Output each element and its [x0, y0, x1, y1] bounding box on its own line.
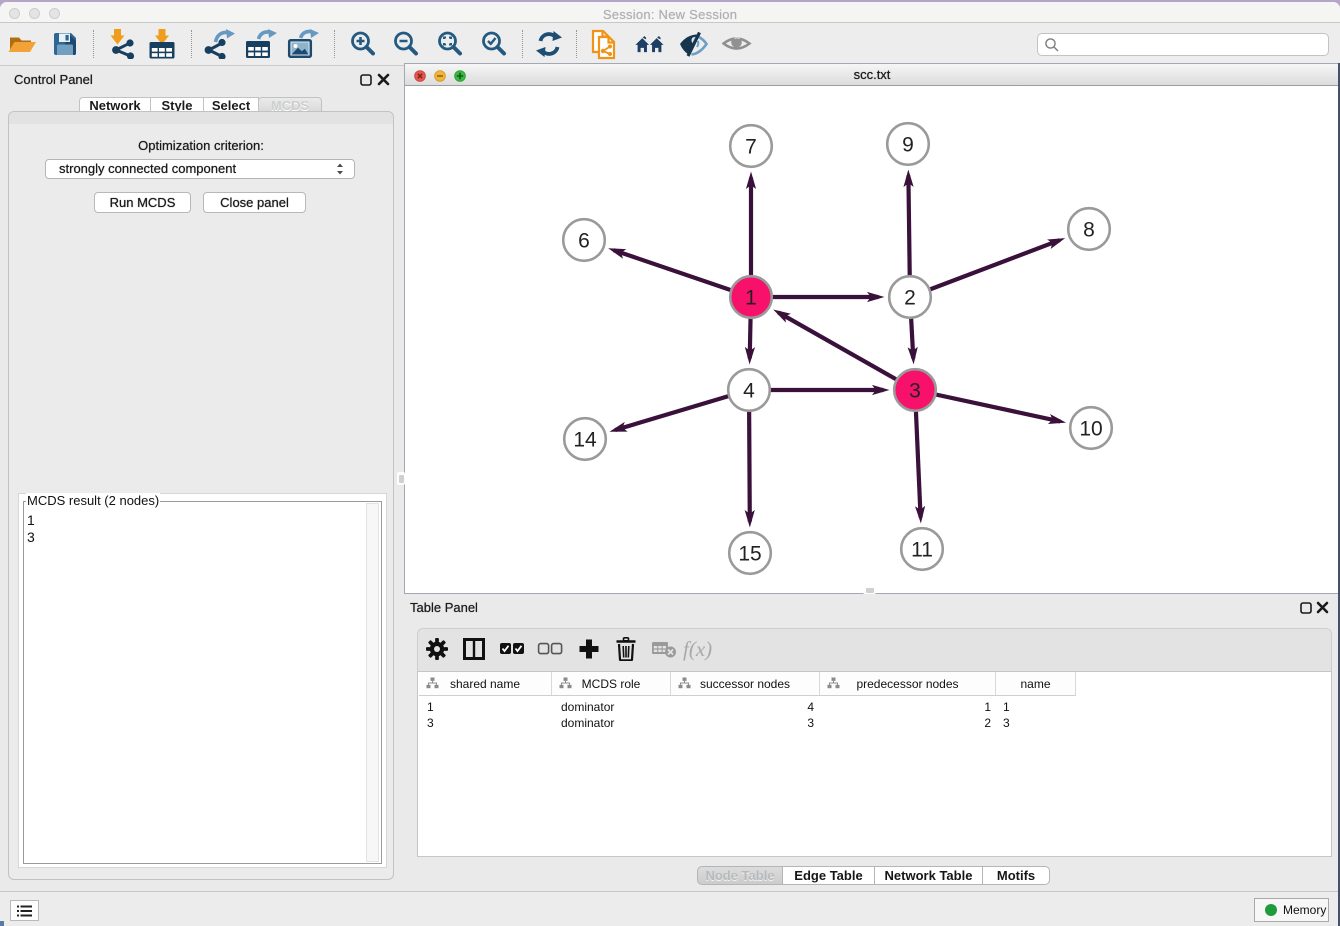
svg-text:15: 15	[738, 543, 761, 566]
svg-text:7: 7	[745, 136, 757, 159]
svg-text:6: 6	[578, 230, 590, 253]
svg-text:8: 8	[1083, 219, 1095, 242]
svg-text:1: 1	[745, 287, 757, 310]
svg-text:2: 2	[904, 287, 916, 310]
svg-text:14: 14	[573, 429, 597, 452]
svg-text:10: 10	[1079, 418, 1102, 441]
svg-text:4: 4	[743, 380, 755, 403]
svg-text:11: 11	[911, 539, 933, 562]
svg-text:3: 3	[909, 380, 921, 403]
svg-text:9: 9	[902, 134, 914, 157]
